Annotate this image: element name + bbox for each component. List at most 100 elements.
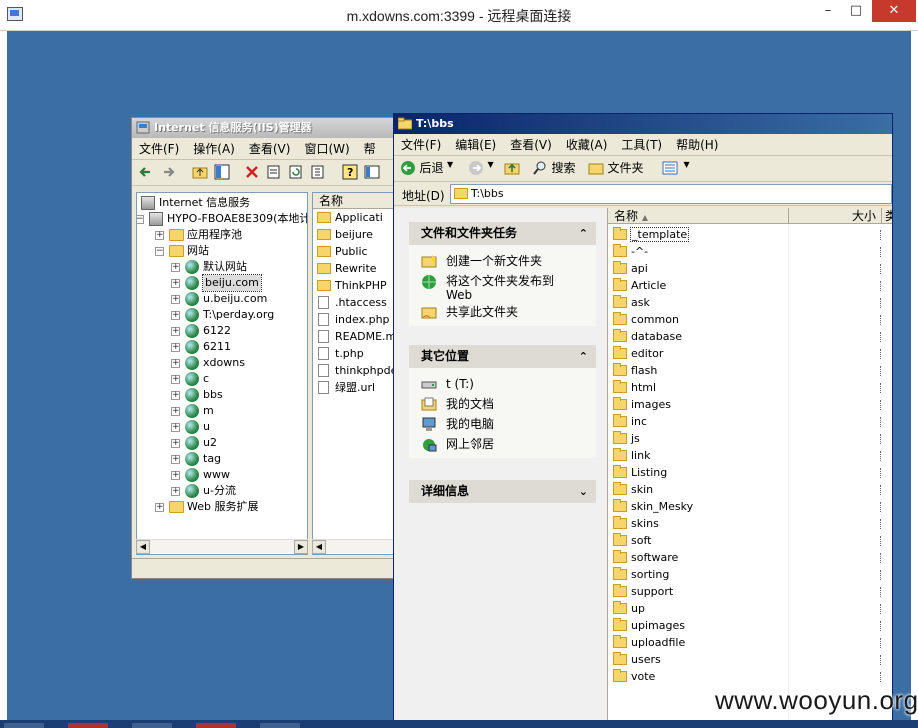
place-my-documents[interactable]: 我的文档 bbox=[409, 394, 596, 414]
search-button[interactable]: 搜索 bbox=[532, 160, 582, 178]
expand-icon[interactable]: + bbox=[171, 407, 180, 416]
list-item[interactable]: index.php bbox=[313, 311, 393, 328]
list-horizontal-scrollbar[interactable]: ◀ bbox=[312, 539, 394, 554]
expand-icon[interactable]: + bbox=[171, 439, 180, 448]
tree-node[interactable]: + m bbox=[137, 403, 307, 419]
tree-horizontal-scrollbar[interactable]: ◀ ▶ bbox=[136, 539, 308, 554]
expand-icon[interactable]: + bbox=[171, 359, 180, 368]
tree-node[interactable]: + T:\perday.org bbox=[137, 307, 307, 323]
list-item[interactable]: Public bbox=[313, 243, 393, 260]
expand-icon[interactable]: + bbox=[171, 343, 180, 352]
help-icon[interactable]: ? bbox=[342, 164, 358, 182]
address-input[interactable]: T:\bbs bbox=[450, 184, 892, 204]
expand-icon[interactable]: + bbox=[171, 263, 180, 272]
scroll-left-icon[interactable]: ◀ bbox=[136, 540, 150, 554]
file-list-item[interactable]: Listing bbox=[612, 464, 667, 481]
tree-node[interactable]: + c bbox=[137, 371, 307, 387]
refresh-icon[interactable] bbox=[288, 164, 304, 182]
file-list-item[interactable]: software bbox=[612, 549, 678, 566]
explorer-menu-item[interactable]: 帮助(H) bbox=[669, 134, 725, 155]
place-my-computer[interactable]: 我的电脑 bbox=[409, 414, 596, 434]
minimize-button[interactable]: – bbox=[814, 0, 842, 22]
file-list-item[interactable]: users bbox=[612, 651, 661, 668]
file-list-item[interactable]: _template bbox=[612, 226, 690, 243]
list-item[interactable]: README.md bbox=[313, 328, 393, 345]
file-list-item[interactable]: soft bbox=[612, 532, 651, 549]
list-item[interactable]: ThinkPHP bbox=[313, 277, 393, 294]
export-icon[interactable] bbox=[310, 164, 326, 182]
views-button[interactable]: ▼ bbox=[662, 160, 690, 178]
type-column-header[interactable]: 类 bbox=[881, 208, 892, 224]
delete-icon[interactable] bbox=[244, 164, 260, 182]
iis-menu-item[interactable]: 帮 bbox=[357, 138, 383, 159]
properties-icon[interactable] bbox=[266, 164, 282, 182]
tree-node[interactable]: + 默认网站 bbox=[137, 259, 307, 275]
file-list-item[interactable]: inc bbox=[612, 413, 647, 430]
tree-node[interactable]: − HYPO-FBOAE8E309(本地计 bbox=[137, 211, 307, 227]
folders-button[interactable]: 文件夹 bbox=[588, 160, 650, 178]
tree-node[interactable]: + u.beiju.com bbox=[137, 291, 307, 307]
place-network[interactable]: 网上邻居 bbox=[409, 434, 596, 454]
iis-titlebar[interactable]: Internet 信息服务(IIS)管理器 bbox=[132, 118, 393, 138]
list-item[interactable]: .htaccess bbox=[313, 294, 393, 311]
taskbar-button[interactable] bbox=[196, 723, 236, 728]
explorer-menu-item[interactable]: 查看(V) bbox=[503, 134, 559, 155]
iis-menu-item[interactable]: 操作(A) bbox=[186, 138, 242, 159]
tree-node[interactable]: + beiju.com bbox=[137, 274, 307, 292]
place-drive-t[interactable]: t (T:) bbox=[409, 374, 596, 394]
expand-icon[interactable]: + bbox=[171, 375, 180, 384]
expand-icon[interactable]: + bbox=[171, 455, 180, 464]
expand-icon[interactable]: + bbox=[171, 327, 180, 336]
file-list-item[interactable]: ask bbox=[612, 294, 650, 311]
tree-node[interactable]: + u2 bbox=[137, 435, 307, 451]
chevron-down-icon[interactable]: ▼ bbox=[488, 160, 494, 169]
explorer-titlebar[interactable]: T:\bbs bbox=[394, 114, 892, 134]
forward-button[interactable]: ▼ bbox=[468, 160, 494, 178]
iis-menu-item[interactable]: 窗口(W) bbox=[297, 138, 356, 159]
list-item[interactable]: thinkphpde bbox=[313, 362, 393, 379]
tree-node[interactable]: + u-分流 bbox=[137, 483, 307, 499]
scroll-left-icon[interactable]: ◀ bbox=[312, 540, 326, 554]
expand-icon[interactable]: + bbox=[171, 391, 180, 400]
maximize-button[interactable]: □ bbox=[842, 0, 870, 22]
taskbar-button[interactable] bbox=[260, 723, 300, 728]
up-folder-icon[interactable] bbox=[192, 164, 208, 182]
file-list-item[interactable]: uploadfile bbox=[612, 634, 685, 651]
iis-menu-item[interactable]: 查看(V) bbox=[242, 138, 298, 159]
tree-node[interactable]: + Web 服务扩展 bbox=[137, 499, 307, 515]
explorer-menu-item[interactable]: 编辑(E) bbox=[448, 134, 503, 155]
file-list-item[interactable]: editor bbox=[612, 345, 663, 362]
chevron-down-icon[interactable]: ▼ bbox=[684, 160, 690, 169]
up-folder-button[interactable] bbox=[504, 160, 520, 178]
tree-node[interactable]: + bbs bbox=[137, 387, 307, 403]
other-places-header[interactable]: 其它位置 ⌃ bbox=[409, 345, 596, 368]
name-column-header[interactable]: 名称 bbox=[313, 193, 393, 209]
chevron-down-icon[interactable]: ▼ bbox=[447, 160, 453, 169]
expand-icon[interactable]: + bbox=[171, 423, 180, 432]
tree-node[interactable]: +6122 bbox=[137, 323, 307, 339]
explorer-menu-item[interactable]: 文件(F) bbox=[394, 134, 448, 155]
tree-node[interactable]: + tag bbox=[137, 451, 307, 467]
list-item[interactable]: Applicati bbox=[313, 209, 393, 226]
task-publish-web[interactable]: 将这个文件夹发布到 Web bbox=[409, 271, 596, 302]
file-list-item[interactable]: images bbox=[612, 396, 671, 413]
expand-icon[interactable]: + bbox=[155, 231, 164, 240]
back-button[interactable]: 后退 ▼ bbox=[400, 160, 466, 178]
explorer-menu-item[interactable]: 收藏(A) bbox=[559, 134, 615, 155]
list-item[interactable]: beijure bbox=[313, 226, 393, 243]
file-list-item[interactable]: -^- bbox=[612, 243, 648, 260]
explorer-menu-item[interactable]: 工具(T) bbox=[614, 134, 669, 155]
taskbar-button[interactable] bbox=[68, 723, 108, 728]
size-column-header[interactable]: 大小 bbox=[788, 208, 880, 224]
iis-menu-item[interactable]: 文件(F) bbox=[132, 138, 186, 159]
file-list-item[interactable]: skin bbox=[612, 481, 653, 498]
details-header[interactable]: 详细信息 ⌄ bbox=[409, 480, 596, 503]
collapse-icon[interactable]: − bbox=[137, 215, 144, 224]
file-list-item[interactable]: support bbox=[612, 583, 673, 600]
expand-icon[interactable]: + bbox=[155, 503, 164, 512]
task-new-folder[interactable]: 创建一个新文件夹 bbox=[409, 251, 596, 271]
tree-node[interactable]: − 网站 bbox=[137, 243, 307, 259]
close-button[interactable]: ✕ bbox=[872, 0, 916, 22]
file-list-item[interactable]: upimages bbox=[612, 617, 685, 634]
task-share-folder[interactable]: 共享此文件夹 bbox=[409, 302, 596, 322]
